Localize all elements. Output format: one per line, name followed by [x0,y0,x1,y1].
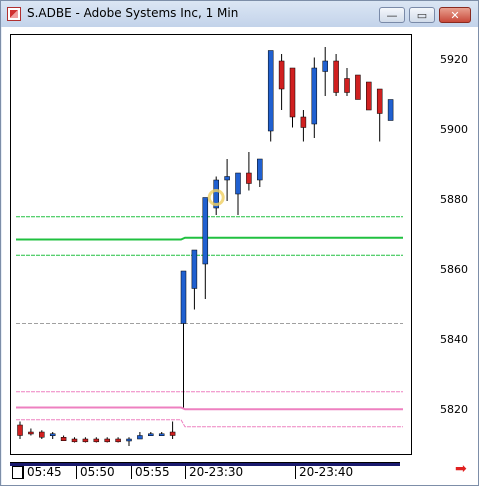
band-0-middle-line [16,236,403,241]
time-label-4: 20-23:40 [295,466,353,479]
chart-window: S.ADBE - Adobe Systems Inc, 1 Min — ▭ ✕ … [0,0,479,486]
price-tick-label: 5840 [440,333,468,346]
price-plot[interactable] [10,34,412,455]
band-1-lower-line [16,419,403,428]
window-title: S.ADBE - Adobe Systems Inc, 1 Min [27,6,239,20]
price-tick-label: 5860 [440,263,468,276]
maximize-button[interactable]: ▭ [409,7,435,23]
candle-up [257,158,263,181]
candle-down [278,60,285,90]
title-bar[interactable]: S.ADBE - Adobe Systems Inc, 1 Min — ▭ ✕ [1,1,478,27]
candle-down [71,438,78,443]
chart-app-icon[interactable] [7,7,21,21]
candle-up [191,249,198,289]
time-label-3: 20-23:30 [185,466,243,479]
candle-down [93,438,100,443]
price-tick-label: 5880 [440,193,468,206]
candle-down [39,431,45,438]
price-tick-label: 5900 [440,123,468,136]
time-label-0: 05:45 [23,466,62,479]
time-axis[interactable]: 05:45 05:50 05:55 20-23:30 20-23:40 [10,462,400,479]
candle-up [224,176,230,181]
candle-up [322,60,328,72]
candle-down [169,431,176,436]
candle-down [333,60,339,93]
candle-down [104,438,110,443]
candle-up [137,435,143,440]
chart-area: 5920 5900 5880 5860 5840 5820 05:45 05:50 05:… [2,27,478,485]
time-scroll-thumb[interactable] [12,466,23,479]
time-label-1: 05:50 [76,466,115,479]
candle-down [300,116,307,128]
candlestick-chart[interactable] [11,35,411,454]
minimize-button[interactable]: — [379,7,405,23]
candle-up [148,433,154,436]
candle-up [267,50,274,132]
candle-down [376,88,383,114]
candle-up [235,172,241,195]
candle-down [17,424,23,436]
candle-down [344,78,350,93]
candle-up [311,67,318,125]
candle-down [289,67,296,118]
candle-down [246,172,252,184]
band-1-middle-line [16,406,403,411]
candle-down [366,81,372,111]
close-button[interactable]: ✕ [439,7,471,23]
candle-up [158,433,165,436]
scroll-right-arrow-icon[interactable]: ➡ [455,462,471,476]
candle-up [126,438,132,442]
candle-up [387,99,394,121]
candle-down [355,74,361,100]
candle-down [60,437,67,441]
candle-down [28,431,34,435]
price-tick-label: 5820 [440,403,468,416]
candle-down [82,438,89,443]
candle-up [202,197,209,265]
candle-down [115,438,121,443]
price-tick-label: 5920 [440,53,468,66]
time-label-2: 05:55 [131,466,170,479]
candle-up [49,433,56,436]
candle-up [180,270,187,324]
